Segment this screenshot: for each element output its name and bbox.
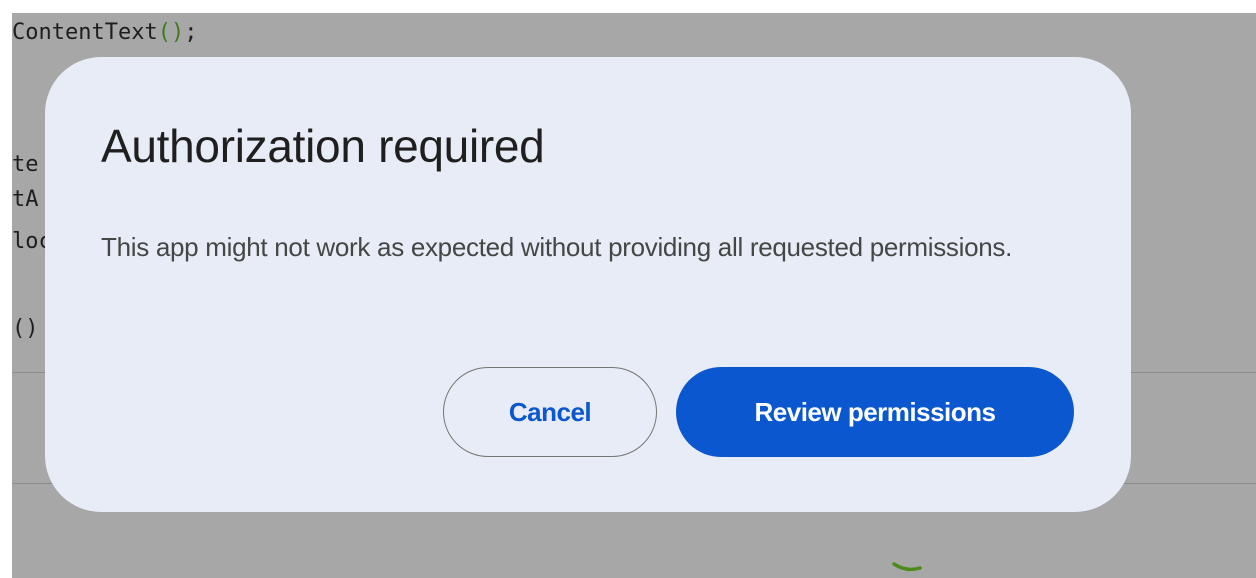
screen: ContentText(); te tA loc () Authorizatio…: [0, 0, 1256, 578]
loading-spinner-icon: [892, 562, 922, 572]
code-token-paren: (): [157, 20, 185, 45]
cancel-button[interactable]: Cancel: [443, 367, 657, 457]
code-token: ContentText: [12, 20, 158, 45]
code-line-2: te: [12, 152, 39, 177]
review-permissions-button[interactable]: Review permissions: [676, 367, 1074, 457]
code-token-semicolon: ;: [184, 20, 198, 45]
authorization-dialog: Authorization required This app might no…: [45, 57, 1131, 512]
dialog-message: This app might not work as expected with…: [101, 232, 1013, 262]
code-line-5: (): [12, 316, 39, 341]
code-line-3: tA: [12, 187, 39, 212]
code-line-1: ContentText();: [12, 18, 197, 48]
dialog-title: Authorization required: [101, 120, 545, 172]
